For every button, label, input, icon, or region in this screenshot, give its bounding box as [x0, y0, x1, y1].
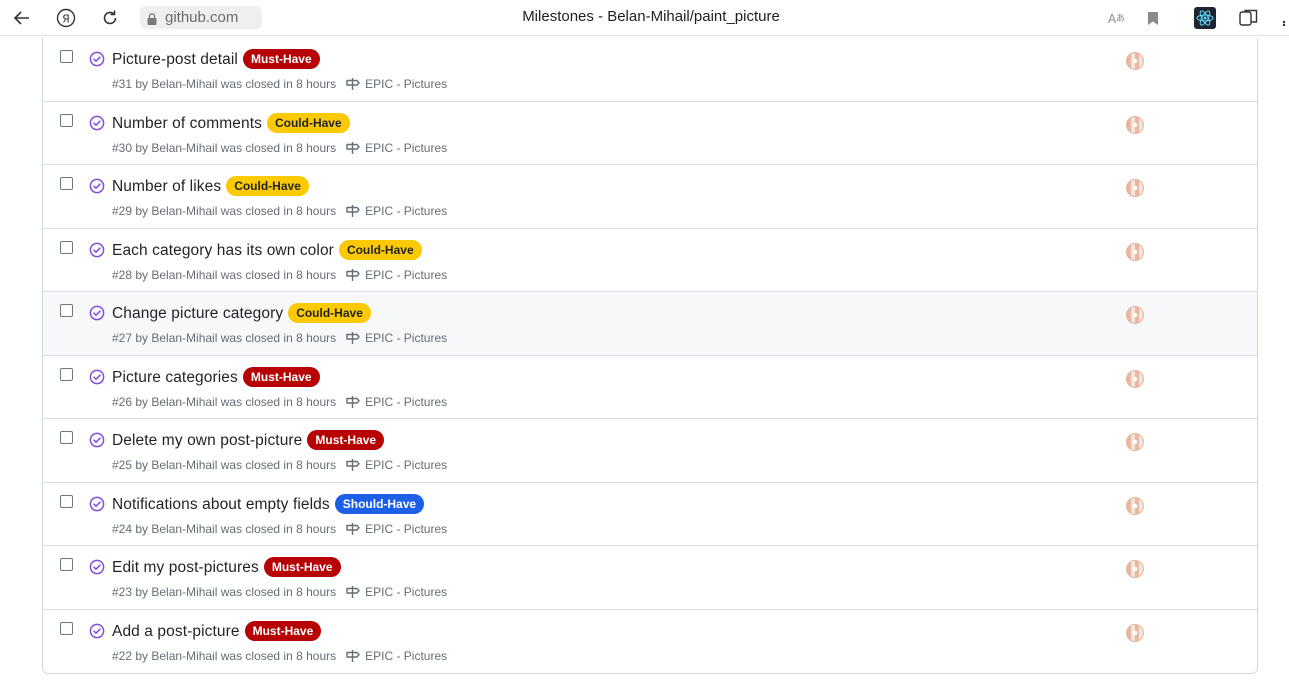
issue-meta-text: #23 by Belan-Mihail was closed in 8 hour…: [112, 585, 337, 599]
issue-label[interactable]: Must-Have: [307, 430, 385, 450]
issue-closed-icon: [89, 178, 105, 194]
assignee-avatar[interactable]: [1126, 52, 1144, 70]
issue-meta-text: #31 by Belan-Mihail was closed in 8 hour…: [112, 77, 337, 91]
issue-row[interactable]: Picture categories Must-Have #26 by Bela…: [43, 355, 1257, 419]
browser-toolbar: Я github.com Milestones - Belan-Mihail/p…: [0, 0, 1289, 36]
issue-label[interactable]: Must-Have: [242, 49, 320, 69]
issue-row[interactable]: Each category has its own color Could-Ha…: [43, 228, 1257, 292]
issue-checkbox[interactable]: [60, 50, 73, 63]
issue-title-link[interactable]: Delete my own post-picture: [112, 432, 302, 450]
issue-milestone-link[interactable]: EPIC - Pictures: [365, 268, 447, 282]
issue-label[interactable]: Must-Have: [263, 557, 341, 577]
issue-label[interactable]: Must-Have: [244, 620, 322, 641]
issue-title-link[interactable]: Number of comments: [112, 115, 262, 133]
issue-checkbox[interactable]: [60, 367, 73, 381]
issue-meta-text: #24 by Belan-Mihail was closed in 8 hour…: [112, 521, 337, 536]
issue-closed-icon: [89, 559, 105, 575]
issue-checkbox[interactable]: [60, 113, 73, 127]
issue-title-link[interactable]: Add a post-picture: [112, 623, 240, 641]
issue-label[interactable]: Could-Have: [266, 112, 350, 133]
issue-row[interactable]: Notifications about empty fields Should-…: [43, 482, 1257, 546]
svg-text:あ: あ: [1116, 13, 1125, 24]
issue-checkbox[interactable]: [60, 431, 73, 444]
issue-title-link[interactable]: Picture categories: [112, 369, 238, 387]
issue-row[interactable]: Add a post-picture Must-Have #22 by Bela…: [43, 609, 1257, 673]
milestone-icon: [345, 331, 361, 345]
issue-title-link[interactable]: Notifications about empty fields: [112, 496, 330, 514]
issue-title-link[interactable]: Number of likes: [112, 178, 221, 196]
issue-meta-text: #29 by Belan-Mihail was closed in 8 hour…: [112, 204, 337, 218]
issue-milestone-link[interactable]: EPIC - Pictures: [365, 395, 447, 409]
issue-closed-icon: [89, 305, 105, 321]
issue-row[interactable]: Picture-post detail Must-Have #31 by Bel…: [43, 38, 1257, 102]
milestone-icon: [345, 141, 361, 155]
issue-meta-text: #22 by Belan-Mihail was closed in 8 hour…: [112, 648, 337, 663]
assignee-avatar[interactable]: [1126, 179, 1144, 197]
milestone-icon: [345, 649, 361, 663]
issue-title-link[interactable]: Picture-post detail: [112, 51, 238, 69]
milestone-icon: [345, 204, 361, 218]
assignee-avatar[interactable]: [1126, 115, 1144, 134]
assignee-avatar[interactable]: [1126, 369, 1144, 388]
milestone-icon: [345, 585, 361, 599]
assignee-avatar[interactable]: [1126, 560, 1144, 578]
page-title: Milestones - Belan-Mihail/paint_picture: [522, 8, 780, 25]
issue-row[interactable]: Number of comments Could-Have #30 by Bel…: [43, 101, 1257, 165]
issue-closed-icon: [89, 51, 105, 67]
milestone-icon: [345, 77, 361, 91]
issue-row[interactable]: Number of likes Could-Have #29 by Belan-…: [43, 165, 1257, 229]
issue-checkbox[interactable]: [60, 621, 73, 635]
issue-label[interactable]: Could-Have: [338, 239, 422, 260]
issue-checkbox[interactable]: [60, 558, 73, 571]
issue-checkbox[interactable]: [60, 304, 73, 317]
issue-row[interactable]: Change picture category Could-Have #27 b…: [43, 292, 1257, 356]
bookmark-icon[interactable]: [1142, 7, 1164, 29]
issue-milestone-link[interactable]: EPIC - Pictures: [365, 77, 447, 91]
assignee-avatar[interactable]: [1126, 242, 1144, 261]
milestone-icon: [345, 458, 361, 472]
issue-closed-icon: [89, 496, 105, 512]
menu-dots-icon[interactable]: [1278, 7, 1289, 29]
issue-label[interactable]: Must-Have: [242, 366, 320, 387]
issue-title-link[interactable]: Change picture category: [112, 305, 283, 323]
issue-label[interactable]: Should-Have: [334, 493, 425, 514]
issue-meta-text: #26 by Belan-Mihail was closed in 8 hour…: [112, 394, 337, 409]
issue-title-link[interactable]: Each category has its own color: [112, 242, 334, 260]
milestone-icon: [345, 268, 361, 282]
issue-milestone-link[interactable]: EPIC - Pictures: [365, 649, 447, 663]
collections-icon[interactable]: [1238, 7, 1260, 29]
issue-closed-icon: [89, 115, 105, 131]
issue-label[interactable]: Could-Have: [226, 176, 309, 196]
issue-label[interactable]: Could-Have: [288, 303, 371, 323]
assignee-avatar[interactable]: [1126, 496, 1144, 515]
issue-milestone-link[interactable]: EPIC - Pictures: [365, 522, 447, 536]
issue-meta-text: #27 by Belan-Mihail was closed in 8 hour…: [112, 331, 337, 345]
milestone-icon: [345, 395, 361, 409]
issue-closed-icon: [89, 242, 105, 258]
issue-title-link[interactable]: Edit my post-pictures: [112, 559, 259, 577]
issue-checkbox[interactable]: [60, 494, 73, 508]
assignee-avatar[interactable]: [1126, 623, 1144, 642]
issue-checkbox[interactable]: [60, 177, 73, 190]
issue-meta-text: #28 by Belan-Mihail was closed in 8 hour…: [112, 267, 337, 282]
assignee-avatar[interactable]: [1126, 433, 1144, 451]
issue-closed-icon: [89, 623, 105, 639]
issue-checkbox[interactable]: [60, 240, 73, 254]
issue-meta-text: #25 by Belan-Mihail was closed in 8 hour…: [112, 458, 337, 472]
issue-list: Picture-post detail Must-Have #31 by Bel…: [42, 38, 1258, 674]
issue-milestone-link[interactable]: EPIC - Pictures: [365, 458, 447, 472]
issue-row[interactable]: Edit my post-pictures Must-Have #23 by B…: [43, 546, 1257, 610]
translate-icon[interactable]: Aあ: [1106, 7, 1128, 29]
assignee-avatar[interactable]: [1126, 306, 1144, 324]
issue-meta-text: #30 by Belan-Mihail was closed in 8 hour…: [112, 140, 337, 155]
issue-milestone-link[interactable]: EPIC - Pictures: [365, 585, 447, 599]
issue-row[interactable]: Delete my own post-picture Must-Have #25…: [43, 419, 1257, 483]
issue-milestone-link[interactable]: EPIC - Pictures: [365, 204, 447, 218]
issue-closed-icon: [89, 432, 105, 448]
issue-milestone-link[interactable]: EPIC - Pictures: [365, 141, 447, 155]
milestone-icon: [345, 522, 361, 536]
react-devtools-icon[interactable]: [1194, 7, 1216, 29]
issue-milestone-link[interactable]: EPIC - Pictures: [365, 331, 447, 345]
issue-closed-icon: [89, 369, 105, 385]
